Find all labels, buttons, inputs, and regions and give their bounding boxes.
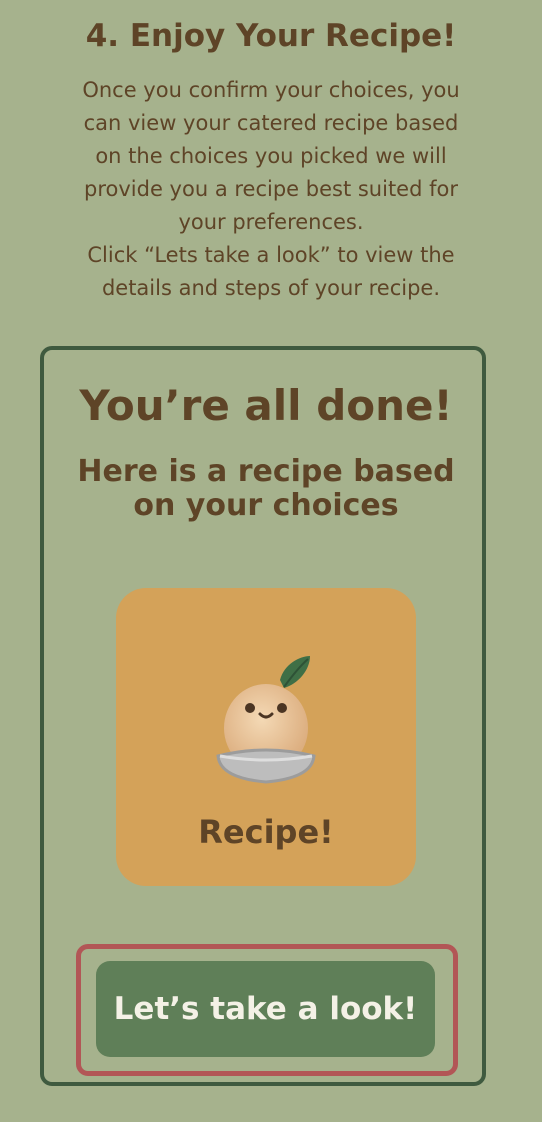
step-title: 4. Enjoy Your Recipe!	[85, 18, 457, 54]
done-title: You’re all done!	[79, 381, 453, 430]
lets-take-a-look-button[interactable]: Let’s take a look!	[96, 961, 435, 1057]
step-description: Once you confirm your choices, you can v…	[82, 78, 460, 300]
potato-in-bowl-icon	[216, 656, 316, 784]
recipe-label: Recipe!	[198, 813, 334, 851]
recipe-tile[interactable]: Recipe!	[116, 588, 416, 886]
done-subtitle: Here is a recipe based on your choices	[77, 454, 455, 523]
